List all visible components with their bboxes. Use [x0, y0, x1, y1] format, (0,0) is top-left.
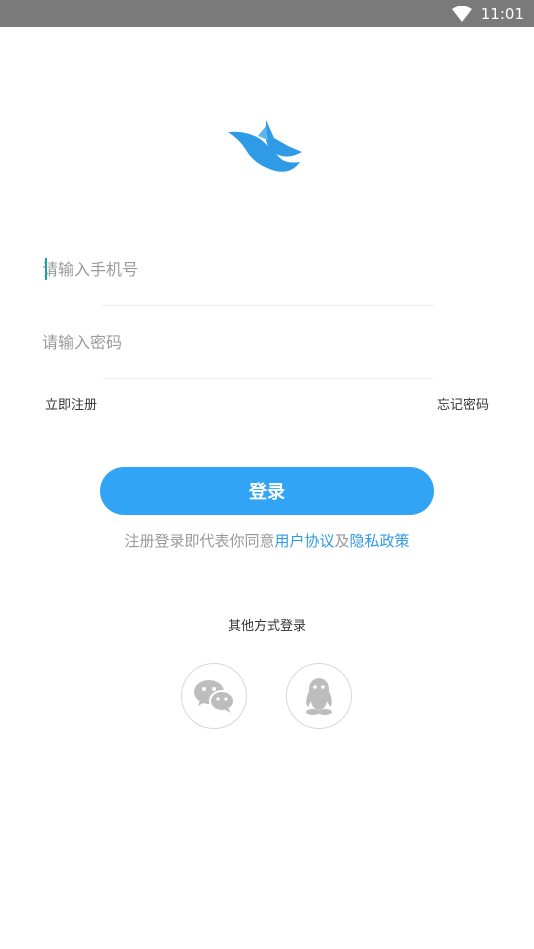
divider	[102, 378, 434, 379]
password-field[interactable]	[42, 305, 434, 379]
qq-icon	[306, 678, 332, 715]
bird-logo-icon	[228, 120, 302, 172]
privacy-policy-link[interactable]: 隐私政策	[350, 532, 410, 550]
other-login-title: 其他方式登录	[227, 619, 306, 634]
wechat-login-button[interactable]	[181, 663, 247, 729]
wifi-icon	[452, 6, 472, 22]
register-link[interactable]: 立即注册	[45, 394, 97, 413]
forgot-password-link[interactable]: 忘记密码	[437, 394, 489, 413]
login-button[interactable]: 登录	[100, 467, 434, 515]
agreement-text: 注册登录即代表你同意用户协议及隐私政策	[0, 530, 534, 551]
agreement-prefix: 注册登录即代表你同意	[124, 532, 275, 550]
wechat-icon	[194, 680, 235, 713]
text-cursor	[45, 258, 47, 280]
agreement-and: 及	[334, 532, 350, 550]
status-bar: 11:01	[0, 0, 534, 27]
password-input[interactable]	[42, 305, 434, 379]
qq-login-button[interactable]	[286, 663, 352, 729]
phone-field[interactable]	[42, 232, 434, 306]
phone-input[interactable]	[42, 232, 434, 306]
user-agreement-link[interactable]: 用户协议	[274, 532, 334, 550]
status-time: 11:01	[480, 5, 524, 23]
